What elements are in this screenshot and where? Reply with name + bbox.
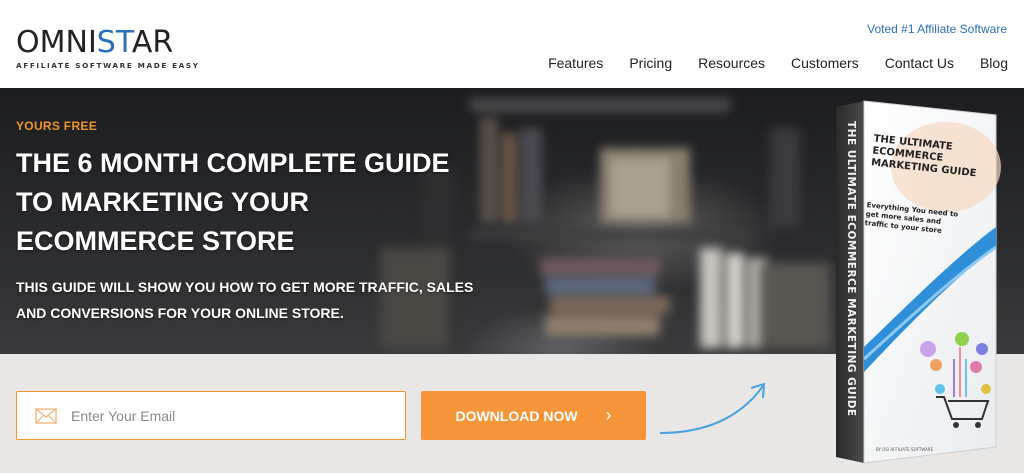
- main-nav: Features Pricing Resources Customers Con…: [522, 55, 1008, 71]
- logo-wordmark: OMNISTAR: [16, 25, 174, 60]
- nav-resources[interactable]: Resources: [698, 55, 765, 71]
- email-field[interactable]: [16, 391, 406, 440]
- envelope-icon: [35, 407, 57, 424]
- curved-arrow-icon: [659, 382, 766, 434]
- logo-tagline: AFFILIATE SOFTWARE MADE EASY: [16, 61, 200, 70]
- download-button-label: DOWNLOAD NOW: [455, 407, 578, 424]
- nav-blog[interactable]: Blog: [980, 55, 1008, 71]
- book-footer-text: BY OSI AFFILIATE SOFTWARE: [876, 447, 934, 452]
- omnistar-logo[interactable]: OMNISTAR AFFILIATE SOFTWARE MADE EASY: [16, 25, 200, 71]
- nav-pricing[interactable]: Pricing: [629, 55, 672, 71]
- nav-contact-us[interactable]: Contact Us: [885, 55, 954, 71]
- hero-eyebrow: YOURS FREE: [16, 119, 98, 133]
- voted-badge: Voted #1 Affiliate Software: [867, 22, 1007, 36]
- download-now-button[interactable]: DOWNLOAD NOW ›: [421, 391, 646, 440]
- ebook-cover-image: THE ULTIMATE ECOMMERCE MARKETING GUIDE T…: [836, 100, 1001, 464]
- hero-subtitle: THIS GUIDE WILL SHOW YOU HOW TO GET MORE…: [16, 279, 474, 321]
- nav-customers[interactable]: Customers: [791, 55, 859, 71]
- nav-features[interactable]: Features: [548, 55, 603, 71]
- hero-title: THE 6 MONTH COMPLETE GUIDE TO MARKETING …: [16, 148, 450, 256]
- email-input[interactable]: [71, 407, 371, 424]
- book-spine-text: THE ULTIMATE ECOMMERCE MARKETING GUIDE: [845, 121, 857, 417]
- chevron-right-icon: ›: [605, 405, 612, 425]
- site-header: OMNISTAR AFFILIATE SOFTWARE MADE EASY Vo…: [0, 0, 1024, 88]
